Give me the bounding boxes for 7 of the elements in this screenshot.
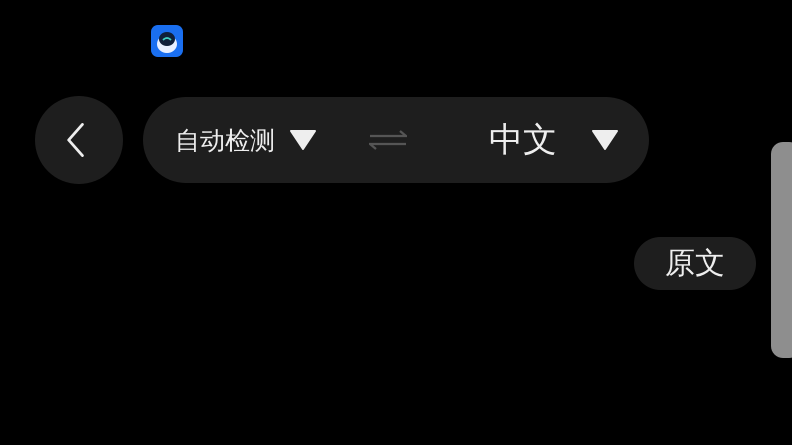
original-text-button[interactable]: 原文 (634, 237, 756, 290)
dropdown-icon (591, 129, 619, 151)
target-language-dropdown[interactable]: 中文 (489, 117, 619, 163)
source-language-dropdown[interactable]: 自动检测 (175, 124, 317, 156)
dropdown-icon (289, 129, 317, 151)
back-icon (65, 121, 87, 159)
app-icon (151, 25, 183, 57)
